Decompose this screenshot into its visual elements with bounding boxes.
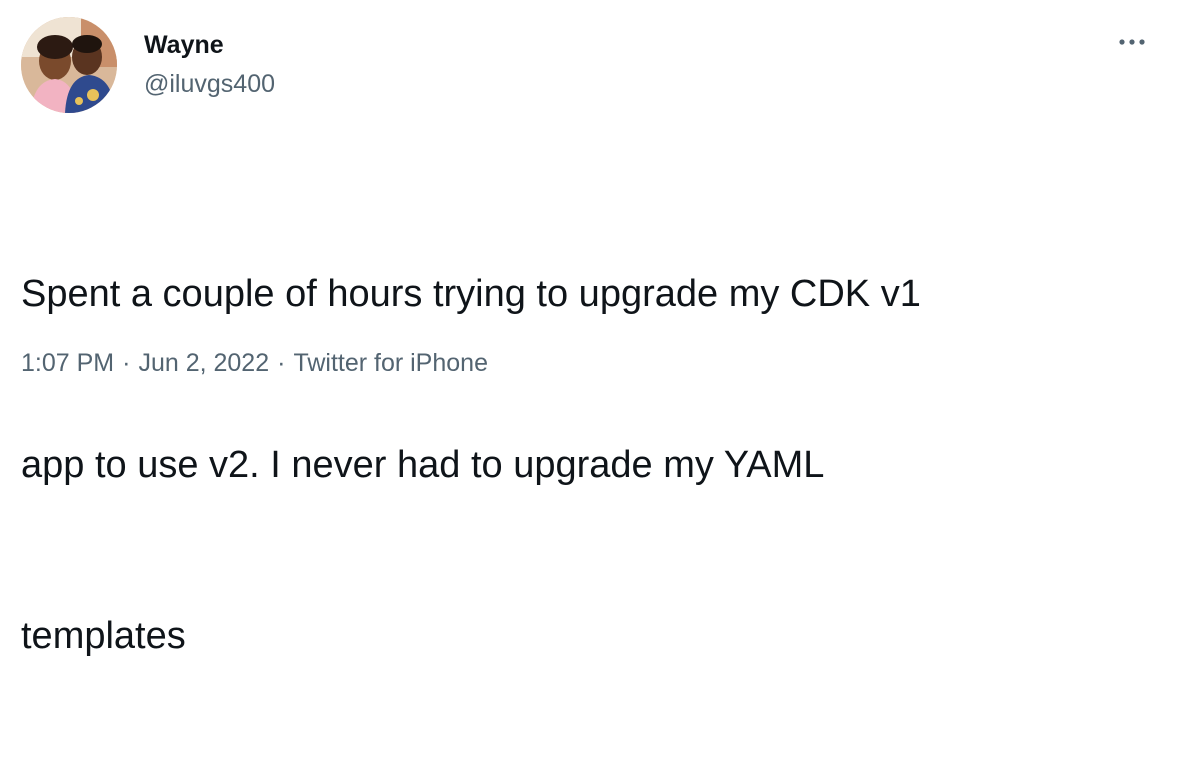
tweet-text-line: app to use v2. I never had to upgrade my… [21,444,825,486]
author-display-name[interactable]: Wayne [144,30,275,60]
meta-separator: · [122,349,131,377]
tweet-metadata: 1:07 PM · Jun 2, 2022 · Twitter for iPhone [21,347,488,379]
avatar-photo [21,17,117,113]
tweet-text-line: Spent a couple of hours trying to upgrad… [21,273,921,315]
meta-separator: · [277,349,286,377]
tweet-text: Spent a couple of hours trying to upgrad… [21,152,1141,779]
tweet-time[interactable]: 1:07 PM [21,349,114,377]
more-horizontal-icon [1119,39,1145,45]
tweet-card: Wayne @iluvgs400 Spent a couple of hours… [0,0,1178,657]
tweet-text-line: templates [21,615,186,657]
more-options-button[interactable] [1110,30,1154,54]
author-info[interactable]: Wayne @iluvgs400 [144,30,275,99]
avatar[interactable] [21,17,117,113]
author-handle[interactable]: @iluvgs400 [144,69,275,99]
tweet-date[interactable]: Jun 2, 2022 [138,349,269,377]
tweet-source[interactable]: Twitter for iPhone [293,349,488,377]
